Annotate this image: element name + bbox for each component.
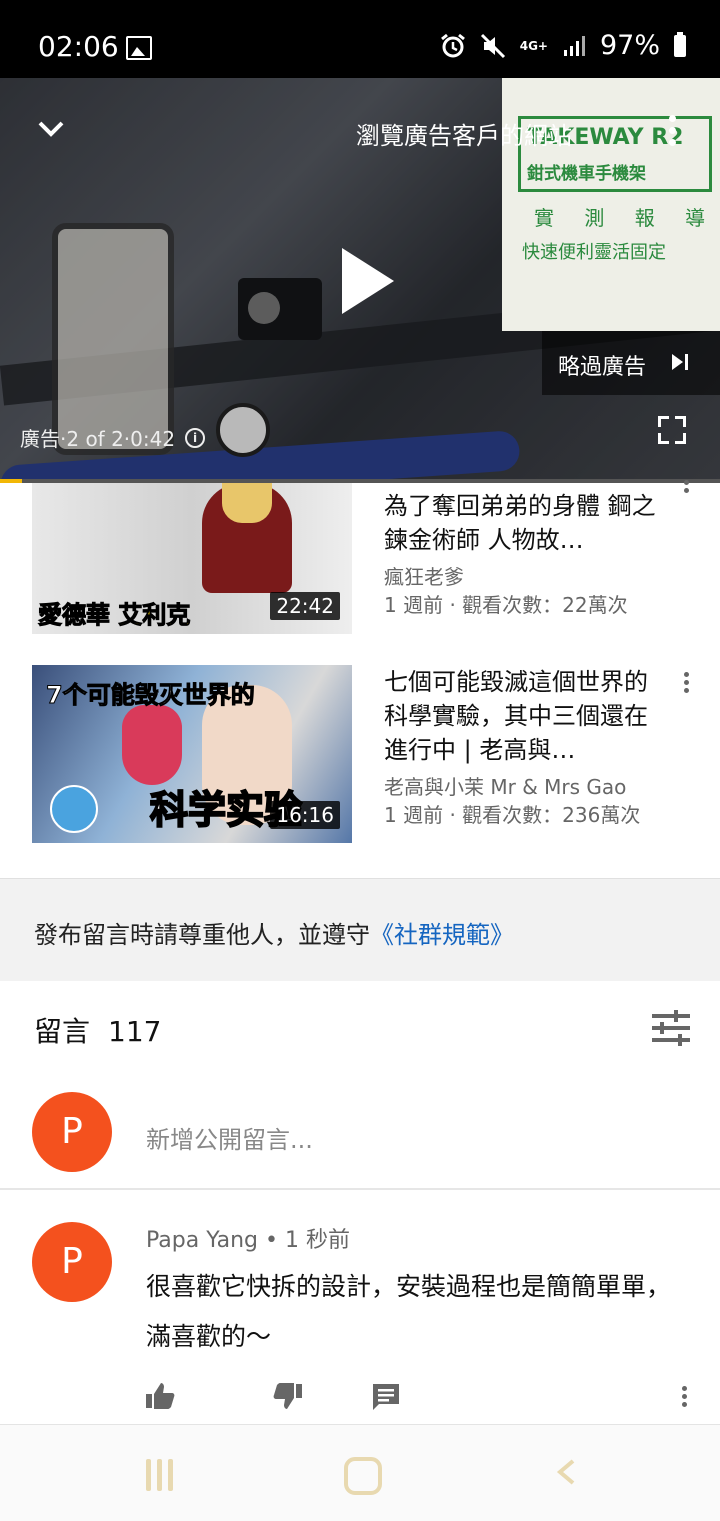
signal-icon: [563, 35, 585, 56]
video-channel: 瘋狂老爹: [384, 565, 464, 589]
ad-tagline: 快速便利靈活固定: [522, 242, 666, 263]
video-meta: 1 週前 · 觀看次數：22萬次: [384, 593, 628, 617]
system-nav-bar: [0, 1424, 720, 1521]
video-meta: 1 週前 · 觀看次數：236萬次: [384, 803, 641, 827]
ad-report-text: 實 測 報 導: [534, 206, 718, 230]
player-top-bar: 瀏覽廣告客戶的網站: [0, 78, 720, 178]
alarm-icon: [440, 33, 465, 57]
avatar[interactable]: P: [32, 1222, 112, 1302]
skip-next-icon: [672, 354, 688, 370]
status-bar: 02:06 4G+ 97%: [0, 0, 720, 78]
ad-info-text: 廣告·2 of 2·0:42: [20, 427, 176, 451]
video-duration: 22:42: [270, 592, 340, 620]
comment-author: Papa Yang • 1 秒前: [146, 1228, 350, 1253]
status-icons: 4G+ 97%: [440, 30, 686, 61]
recent-apps-icon[interactable]: [144, 1459, 176, 1491]
back-icon[interactable]: [556, 1459, 576, 1485]
recommended-video-1[interactable]: 愛德華 艾利克 22:42 為了奪回弟弟的身體 鋼之鍊金術師 人物故… 瘋狂老爹…: [0, 480, 720, 655]
thumbnail-caption: 愛德華 艾利克: [37, 601, 191, 630]
comments-count: 117: [108, 1015, 162, 1048]
play-icon[interactable]: [338, 246, 398, 316]
recommended-video-2[interactable]: 7个可能毁灭世界的 科学实验 16:16 七個可能毀滅這個世界的科學實驗，其中三…: [0, 665, 720, 845]
chevron-down-icon[interactable]: [38, 116, 64, 142]
thumb-down-icon[interactable]: [272, 1380, 304, 1412]
skip-ad-button[interactable]: 略過廣告: [542, 331, 720, 395]
status-time: 02:06: [38, 30, 119, 63]
channel-avatar: [50, 785, 98, 833]
info-icon[interactable]: i: [185, 427, 206, 448]
video-duration: 16:16: [270, 801, 340, 829]
comments-header: 留言 117: [34, 1010, 161, 1050]
video-thumbnail[interactable]: 7个可能毁灭世界的 科学实验 16:16: [32, 665, 352, 843]
video-title[interactable]: 為了奪回弟弟的身體 鋼之鍊金術師 人物故…: [384, 489, 666, 557]
comments-label: 留言: [34, 1015, 91, 1048]
user-avatar: P: [32, 1092, 112, 1172]
thumb-up-icon[interactable]: [144, 1380, 176, 1412]
fullscreen-icon[interactable]: [658, 416, 686, 444]
divider: [0, 1188, 720, 1190]
skip-ad-label: 略過廣告: [558, 355, 647, 380]
guidelines-link[interactable]: 《社群規範》: [370, 921, 514, 949]
sort-comments-icon[interactable]: [652, 1010, 690, 1046]
comment-more-icon[interactable]: [678, 1384, 690, 1414]
add-comment-input[interactable]: 新增公開留言...: [146, 1120, 313, 1155]
gallery-icon: [126, 36, 152, 60]
community-guidelines-notice: 發布留言時請尊重他人，並遵守《社群規範》: [0, 878, 720, 981]
home-icon[interactable]: [344, 1457, 382, 1495]
more-icon[interactable]: [680, 477, 692, 517]
mute-icon: [480, 33, 505, 58]
battery-icon: [674, 31, 686, 57]
network-type: 4G+: [519, 38, 548, 53]
ad-info: 廣告·2 of 2·0:42 i: [20, 423, 206, 452]
visit-advertiser-link[interactable]: 瀏覽廣告客戶的網站: [356, 116, 572, 151]
player-more-icon[interactable]: [664, 112, 680, 152]
video-channel: 老高與小茉 Mr & Mrs Gao: [384, 775, 627, 799]
video-title[interactable]: 七個可能毀滅這個世界的科學實驗，其中三個還在進行中 | 老高與…: [384, 665, 666, 767]
reply-icon[interactable]: [370, 1380, 402, 1412]
battery-percent: 97%: [599, 30, 660, 61]
more-icon[interactable]: [680, 669, 692, 709]
thumbnail-caption-top: 7个可能毁灭世界的: [46, 681, 256, 710]
guidelines-text: 發布留言時請尊重他人，並遵守: [34, 921, 370, 949]
video-thumbnail[interactable]: 愛德華 艾利克 22:42: [32, 483, 352, 634]
comment-text: 很喜歡它快拆的設計，安裝過程也是簡簡單單，滿喜歡的～: [146, 1272, 672, 1351]
